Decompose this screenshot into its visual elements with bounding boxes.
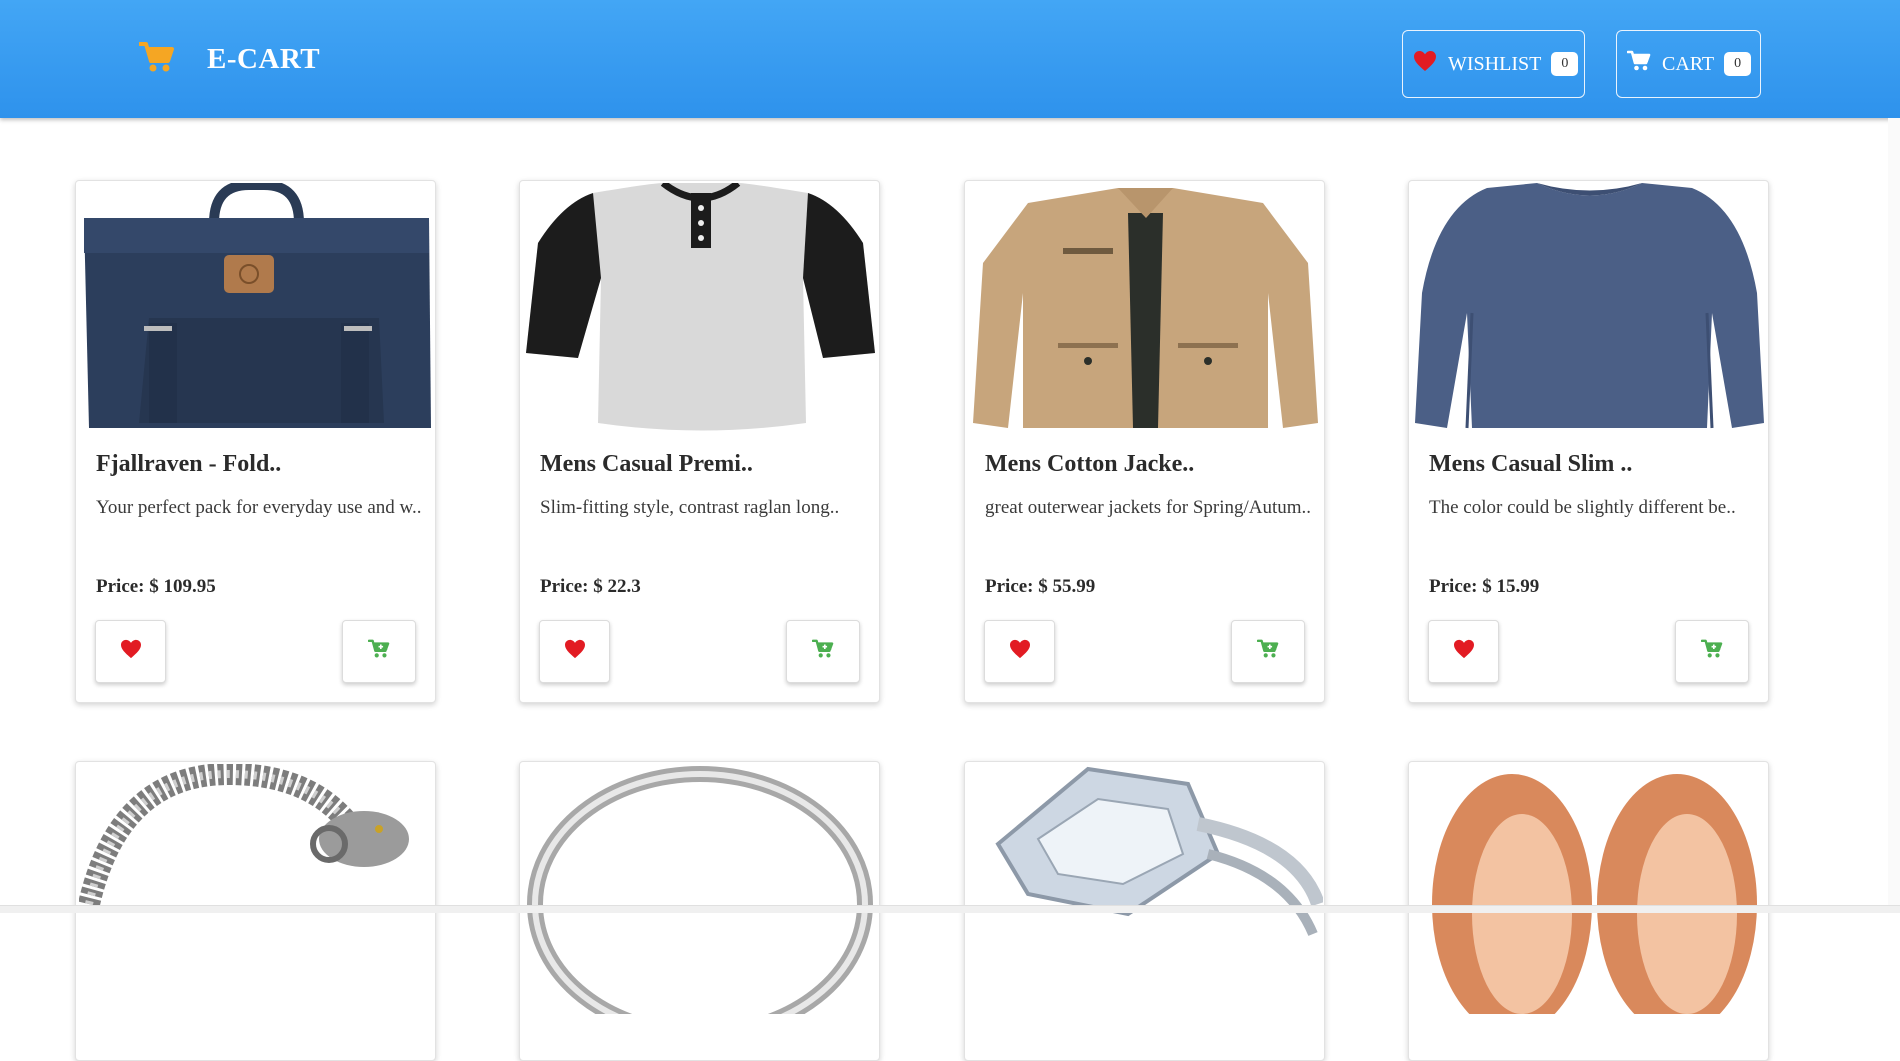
add-to-cart-button[interactable] — [1231, 620, 1305, 683]
product-price: Price: $ 22.3 — [540, 576, 641, 597]
add-to-cart-button[interactable] — [786, 620, 860, 683]
product-image-slim-shirt[interactable] — [1412, 183, 1767, 433]
cart-count-badge: 0 — [1724, 52, 1752, 76]
heart-icon — [564, 639, 586, 664]
add-to-cart-button[interactable] — [1675, 620, 1749, 683]
product-card: Fjallraven - Fold.. Your perfect pack fo… — [75, 180, 436, 703]
product-image-diamond-ring[interactable] — [968, 764, 1323, 1014]
product-title[interactable]: Mens Casual Slim .. — [1429, 451, 1632, 478]
product-description: The color could be slightly different be… — [1429, 497, 1736, 518]
product-title[interactable]: Fjallraven - Fold.. — [96, 451, 281, 478]
product-image-rose-gold-tunnel-plugs[interactable] — [1412, 764, 1767, 1014]
heart-icon — [1413, 50, 1448, 78]
cart-icon — [138, 40, 175, 79]
cart-plus-icon — [1700, 639, 1723, 664]
cart-plus-icon — [367, 639, 390, 664]
cart-label: CART — [1662, 52, 1715, 75]
product-description: great outerwear jackets for Spring/Autum… — [985, 497, 1312, 518]
vertical-scrollbar[interactable] — [1888, 118, 1900, 905]
wishlist-button[interactable]: WISHLIST 0 — [1402, 30, 1585, 98]
product-card: Mens Casual Premi.. Slim-fitting style, … — [519, 180, 880, 703]
horizontal-scrollbar[interactable] — [0, 905, 1900, 913]
product-card: Mens Casual Slim .. The color could be s… — [1408, 180, 1769, 703]
wishlist-count-badge: 0 — [1551, 52, 1579, 76]
product-price: Price: $ 15.99 — [1429, 576, 1540, 597]
add-to-wishlist-button[interactable] — [1428, 620, 1499, 683]
add-to-wishlist-button[interactable] — [95, 620, 166, 683]
product-title[interactable]: Mens Casual Premi.. — [540, 451, 753, 478]
product-image-cotton-jacket[interactable] — [968, 183, 1323, 433]
product-title[interactable]: Mens Cotton Jacke.. — [985, 451, 1194, 478]
product-image-dragon-bracelet[interactable] — [79, 764, 434, 1014]
heart-icon — [120, 639, 142, 664]
heart-icon — [1009, 639, 1031, 664]
product-image-backpack[interactable] — [79, 183, 434, 433]
product-price: Price: $ 55.99 — [985, 576, 1096, 597]
navbar: E-CART WISHLIST 0 CART 0 — [0, 0, 1900, 118]
add-to-cart-button[interactable] — [342, 620, 416, 683]
add-to-wishlist-button[interactable] — [984, 620, 1055, 683]
cart-icon — [1626, 50, 1662, 78]
cart-plus-icon — [1256, 639, 1279, 664]
cart-button[interactable]: CART 0 — [1616, 30, 1761, 98]
product-description: Your perfect pack for everyday use and w… — [96, 497, 422, 518]
heart-icon — [1453, 639, 1475, 664]
product-image-raglan-tshirt[interactable] — [523, 183, 878, 433]
brand[interactable]: E-CART — [138, 40, 321, 79]
brand-name: E-CART — [207, 43, 321, 75]
product-image-silver-ring[interactable] — [523, 764, 878, 1014]
product-price: Price: $ 109.95 — [96, 576, 216, 597]
add-to-wishlist-button[interactable] — [539, 620, 610, 683]
cart-plus-icon — [811, 639, 834, 664]
product-description: Slim-fitting style, contrast raglan long… — [540, 497, 840, 518]
product-card: Mens Cotton Jacke.. great outerwear jack… — [964, 180, 1325, 703]
wishlist-label: WISHLIST — [1448, 52, 1542, 75]
